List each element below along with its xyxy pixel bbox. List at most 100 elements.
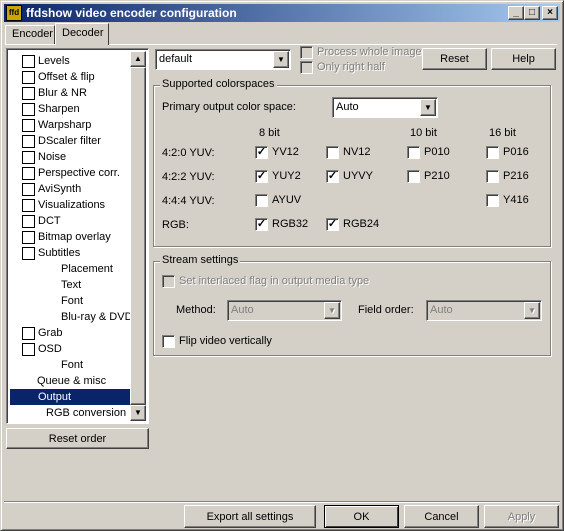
col-16bit-header: 16 bit bbox=[489, 127, 516, 139]
tree-item[interactable]: OSD bbox=[9, 341, 133, 357]
scroll-thumb[interactable] bbox=[130, 67, 146, 405]
colorspace-label: P010 bbox=[424, 146, 450, 158]
tree-item[interactable]: Blu-ray & DVD bbox=[9, 309, 133, 325]
tree-item[interactable]: Font bbox=[9, 293, 133, 309]
colorspace-label: P210 bbox=[424, 170, 450, 182]
chevron-down-icon[interactable]: ▼ bbox=[420, 99, 436, 116]
tree-item[interactable]: Output bbox=[10, 389, 133, 405]
tree-item-checkbox[interactable] bbox=[22, 167, 35, 180]
tree-item-checkbox[interactable] bbox=[22, 231, 35, 244]
maximize-button[interactable]: □ bbox=[524, 6, 540, 20]
tab-decoder[interactable]: Decoder bbox=[55, 23, 109, 45]
row-422-label: 4:2:2 YUV: bbox=[162, 171, 215, 183]
colorspaces-legend: Supported colorspaces bbox=[160, 78, 277, 90]
chevron-down-icon[interactable]: ▼ bbox=[273, 51, 289, 68]
method-select[interactable]: Auto ▼ bbox=[227, 300, 342, 321]
tree-item-label: Font bbox=[61, 359, 84, 371]
colorspace-label: P016 bbox=[503, 146, 529, 158]
tree-item-checkbox[interactable] bbox=[22, 199, 35, 212]
tree-item-label: Output bbox=[38, 391, 72, 403]
tree-item[interactable]: Blur & NR bbox=[9, 85, 133, 101]
tree-item-checkbox[interactable] bbox=[22, 327, 35, 340]
tree-item[interactable]: Text bbox=[9, 277, 133, 293]
checkbox-box: ✓ bbox=[326, 170, 339, 183]
checkbox-box: ✓ bbox=[326, 218, 339, 231]
interlaced-flag-box bbox=[162, 275, 175, 288]
tab-decoder-label: Decoder bbox=[62, 27, 104, 39]
colorspace-label: UYVY bbox=[343, 170, 373, 182]
tree-item[interactable]: Visualizations bbox=[9, 197, 133, 213]
colorspace-label: P216 bbox=[503, 170, 529, 182]
tree-item-label: Grab bbox=[38, 327, 63, 339]
reset-label: Reset bbox=[440, 53, 469, 65]
tree-item-label: Noise bbox=[38, 151, 67, 163]
reset-button[interactable]: Reset bbox=[422, 48, 487, 70]
minimize-button[interactable]: _ bbox=[508, 6, 524, 20]
help-label: Help bbox=[512, 53, 535, 65]
tree-item[interactable]: Levels bbox=[9, 53, 133, 69]
tree-item-checkbox[interactable] bbox=[22, 215, 35, 228]
apply-button[interactable]: Apply bbox=[484, 505, 559, 528]
tab-encoder[interactable]: Encoder bbox=[5, 25, 55, 44]
process-whole-image-box bbox=[300, 46, 313, 59]
checkbox-box bbox=[326, 146, 339, 159]
tree-item-checkbox[interactable] bbox=[22, 103, 35, 116]
field-order-select[interactable]: Auto ▼ bbox=[426, 300, 542, 321]
title-bar[interactable]: ffd ffdshow video encoder configuration … bbox=[4, 4, 560, 22]
window-title: ffdshow video encoder configuration bbox=[26, 6, 237, 20]
cancel-label: Cancel bbox=[424, 510, 459, 523]
tree-item-checkbox[interactable] bbox=[22, 87, 35, 100]
primary-output-select[interactable]: Auto ▼ bbox=[332, 97, 438, 118]
reset-order-button[interactable]: Reset order bbox=[6, 428, 149, 449]
tree-item-label: AviSynth bbox=[38, 183, 82, 195]
tree-item[interactable]: Font bbox=[9, 357, 133, 373]
filter-tree[interactable]: Levels Offset & flip Blur & NR Sharpen Warps… bbox=[6, 48, 149, 424]
export-all-settings-button[interactable]: Export all settings bbox=[184, 505, 316, 528]
tree-item[interactable]: Perspective corr. bbox=[9, 165, 133, 181]
only-right-half-box bbox=[300, 61, 313, 74]
preset-select[interactable]: default ▼ bbox=[155, 49, 291, 70]
preset-value: default bbox=[159, 53, 193, 65]
tree-item-label: Subtitles bbox=[38, 247, 81, 259]
tree-item-checkbox[interactable] bbox=[22, 71, 35, 84]
chevron-down-icon[interactable]: ▼ bbox=[524, 302, 540, 319]
tree-item[interactable]: Subtitles bbox=[9, 245, 133, 261]
tree-item-checkbox[interactable] bbox=[22, 183, 35, 196]
tree-item[interactable]: Sharpen bbox=[9, 101, 133, 117]
help-button[interactable]: Help bbox=[491, 48, 556, 70]
tree-item[interactable]: AviSynth bbox=[9, 181, 133, 197]
tree-item-label: DScaler filter bbox=[38, 135, 101, 147]
tree-item-checkbox[interactable] bbox=[22, 343, 35, 356]
chevron-down-icon[interactable]: ▼ bbox=[324, 302, 340, 319]
tree-item-label: Queue & misc bbox=[37, 375, 107, 387]
colorspace-label: RGB32 bbox=[272, 218, 309, 230]
tree-item-label: Placement bbox=[61, 263, 113, 275]
tree-item[interactable]: Queue & misc bbox=[9, 373, 133, 389]
tree-item-checkbox[interactable] bbox=[22, 55, 35, 68]
tree-item-label: OSD bbox=[38, 343, 62, 355]
tree-scrollbar[interactable]: ▲ ▼ bbox=[130, 51, 146, 421]
cancel-button[interactable]: Cancel bbox=[404, 505, 479, 528]
ok-button[interactable]: OK bbox=[324, 505, 399, 528]
tree-item[interactable]: Noise bbox=[9, 149, 133, 165]
tree-item[interactable]: Bitmap overlay bbox=[9, 229, 133, 245]
tree-item[interactable]: Warpsharp bbox=[9, 117, 133, 133]
tree-item[interactable]: RGB conversion bbox=[9, 405, 133, 421]
scroll-up-button[interactable]: ▲ bbox=[130, 51, 146, 67]
field-order-value: Auto bbox=[430, 304, 453, 316]
tree-item-checkbox[interactable] bbox=[22, 247, 35, 260]
tree-item-checkbox[interactable] bbox=[22, 151, 35, 164]
tree-item[interactable]: DScaler filter bbox=[9, 133, 133, 149]
tree-item[interactable]: DCT bbox=[9, 213, 133, 229]
checkbox-box bbox=[255, 194, 268, 207]
close-button[interactable]: × bbox=[542, 6, 558, 20]
tree-item-checkbox[interactable] bbox=[22, 119, 35, 132]
checkbox-box: ✓ bbox=[255, 170, 268, 183]
row-420-label: 4:2:0 YUV: bbox=[162, 147, 215, 159]
tree-item-checkbox[interactable] bbox=[22, 135, 35, 148]
footer-divider bbox=[4, 501, 560, 502]
tree-item[interactable]: Placement bbox=[9, 261, 133, 277]
scroll-down-button[interactable]: ▼ bbox=[130, 405, 146, 421]
tree-item[interactable]: Grab bbox=[9, 325, 133, 341]
tree-item[interactable]: Offset & flip bbox=[9, 69, 133, 85]
